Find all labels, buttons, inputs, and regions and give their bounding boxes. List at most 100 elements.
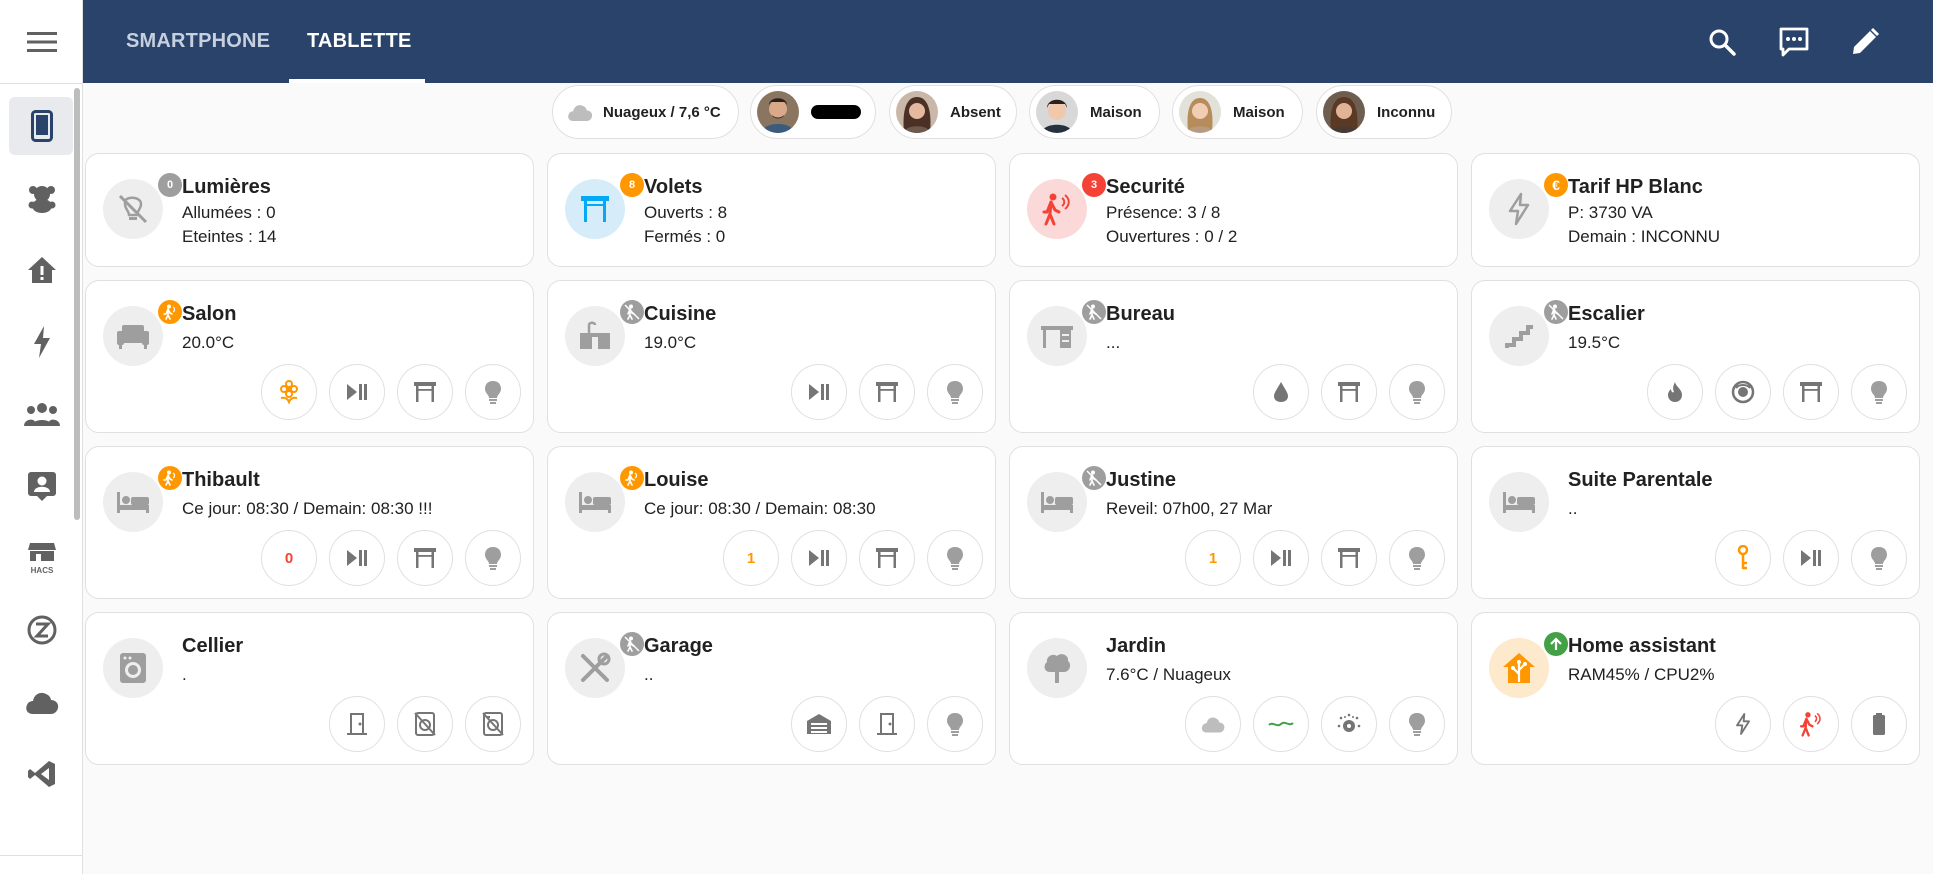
- card-garage[interactable]: Garage ..: [547, 612, 996, 765]
- sidebar-item-zwave[interactable]: [0, 594, 83, 666]
- alarm-count-button[interactable]: 1: [1185, 530, 1241, 586]
- card-jardin[interactable]: Jardin 7.6°C / Nuageux: [1009, 612, 1458, 765]
- play-pause-button[interactable]: [791, 530, 847, 586]
- play-pause-button[interactable]: [329, 530, 385, 586]
- battery-button[interactable]: [1851, 696, 1907, 752]
- tab-tablette[interactable]: TABLETTE: [307, 0, 412, 83]
- sidebar-item-hacs[interactable]: HACS: [0, 522, 83, 594]
- motion-button[interactable]: [1783, 696, 1839, 752]
- light-button[interactable]: [1851, 530, 1907, 586]
- card-icon: [565, 466, 644, 532]
- card-escalier[interactable]: Escalier 19.5°C: [1471, 280, 1920, 433]
- light-button[interactable]: [1389, 530, 1445, 586]
- lightbulb-icon: [485, 547, 501, 570]
- sidebar-item-kids[interactable]: [0, 162, 83, 234]
- edit-button[interactable]: [1845, 22, 1885, 62]
- shutter-button[interactable]: [397, 530, 453, 586]
- pencil-icon: [1853, 27, 1880, 54]
- door-button[interactable]: [329, 696, 385, 752]
- person-chip[interactable]: [750, 85, 876, 139]
- humidity-button[interactable]: [1253, 364, 1309, 420]
- garage-door-button[interactable]: [791, 696, 847, 752]
- home-assistant-icon: [1503, 653, 1535, 683]
- door-button[interactable]: [859, 696, 915, 752]
- card-lumieres[interactable]: 0 Lumières Allumées : 0 Eteintes : 14: [85, 153, 534, 267]
- weather-button[interactable]: [1185, 696, 1241, 752]
- person-chip[interactable]: Inconnu: [1316, 85, 1452, 139]
- light-button[interactable]: [1389, 696, 1445, 752]
- card-line: 19.5°C: [1568, 333, 1621, 352]
- window-shutter-icon: [1800, 382, 1822, 402]
- person-chip[interactable]: Absent: [889, 85, 1017, 139]
- card-bureau[interactable]: Bureau ...: [1009, 280, 1458, 433]
- washer-off-button[interactable]: [397, 696, 453, 752]
- irrigation-button[interactable]: [1253, 696, 1309, 752]
- card-suite-parentale[interactable]: Suite Parentale ..: [1471, 446, 1920, 599]
- menu-button[interactable]: [0, 0, 83, 83]
- lightbulb-off-icon: [118, 194, 148, 224]
- card-justine[interactable]: Justine Reveil: 07h00, 27 Mar 1: [1009, 446, 1458, 599]
- sidebar-item-alerts[interactable]: [0, 234, 83, 306]
- tab-smartphone[interactable]: SMARTPHONE: [126, 0, 270, 83]
- battery-icon: [1873, 713, 1885, 735]
- play-pause-button[interactable]: [791, 364, 847, 420]
- card-icon: 8: [565, 173, 644, 239]
- shutter-button[interactable]: [1321, 364, 1377, 420]
- robot-vacuum-button[interactable]: [1715, 364, 1771, 420]
- robot-vacuum-icon: [1731, 380, 1755, 404]
- person-chip[interactable]: Maison: [1029, 85, 1160, 139]
- sprinkler-button[interactable]: [1321, 696, 1377, 752]
- assist-button[interactable]: [1774, 22, 1814, 62]
- card-tarif[interactable]: € Tarif HP Blanc P: 3730 VA Demain : INC…: [1471, 153, 1920, 267]
- card-home-assistant[interactable]: Home assistant RAM45% / CPU2%: [1471, 612, 1920, 765]
- zwave-icon: [27, 615, 56, 645]
- play-pause-button[interactable]: [329, 364, 385, 420]
- key-button[interactable]: [1715, 530, 1771, 586]
- dryer-off-button[interactable]: [465, 696, 521, 752]
- light-button[interactable]: [465, 364, 521, 420]
- washing-machine-off-icon: [414, 712, 436, 736]
- light-button[interactable]: [927, 696, 983, 752]
- shutter-button[interactable]: [859, 530, 915, 586]
- grass-wave-icon: [1268, 721, 1294, 727]
- light-button[interactable]: [1389, 364, 1445, 420]
- currency-badge: €: [1544, 173, 1568, 197]
- sidebar-item-cloud[interactable]: [0, 666, 83, 738]
- flower-button[interactable]: [261, 364, 317, 420]
- alarm-count-button[interactable]: 0: [261, 530, 317, 586]
- shutter-button[interactable]: [1321, 530, 1377, 586]
- sidebar-scrollbar[interactable]: [74, 88, 80, 520]
- card-thibault[interactable]: Thibault Ce jour: 08:30 / Demain: 08:30 …: [85, 446, 534, 599]
- shutter-button[interactable]: [1783, 364, 1839, 420]
- energy-button[interactable]: [1715, 696, 1771, 752]
- card-securite[interactable]: 3 Securité Présence: 3 / 8 Ouvertures : …: [1009, 153, 1458, 267]
- card-title: Lumières: [182, 176, 271, 198]
- light-button[interactable]: [927, 364, 983, 420]
- search-button[interactable]: [1702, 22, 1742, 62]
- card-cuisine[interactable]: Cuisine 19.0°C: [547, 280, 996, 433]
- sidebar-item-profile[interactable]: [0, 450, 83, 522]
- sidebar: HACS: [0, 0, 83, 874]
- light-button[interactable]: [927, 530, 983, 586]
- shutter-button[interactable]: [859, 364, 915, 420]
- sidebar-item-tablet[interactable]: [0, 90, 83, 162]
- play-pause-button[interactable]: [1253, 530, 1309, 586]
- alarm-count-button[interactable]: 1: [723, 530, 779, 586]
- light-button[interactable]: [1851, 364, 1907, 420]
- play-pause-button[interactable]: [1783, 530, 1839, 586]
- card-line: 7.6°C / Nuageux: [1106, 665, 1231, 684]
- card-louise[interactable]: Louise Ce jour: 08:30 / Demain: 08:30 1: [547, 446, 996, 599]
- heating-button[interactable]: [1647, 364, 1703, 420]
- lightbulb-icon: [1871, 547, 1887, 570]
- sidebar-item-people[interactable]: [0, 378, 83, 450]
- card-volets[interactable]: 8 Volets Ouverts : 8 Fermés : 0: [547, 153, 996, 267]
- sidebar-item-energy[interactable]: [0, 306, 83, 378]
- card-title: Thibault: [182, 469, 260, 491]
- card-salon[interactable]: Salon 20.0°C: [85, 280, 534, 433]
- person-chip[interactable]: Maison: [1172, 85, 1303, 139]
- weather-chip[interactable]: Nuageux / 7,6 °C: [552, 85, 739, 139]
- light-button[interactable]: [465, 530, 521, 586]
- shutter-button[interactable]: [397, 364, 453, 420]
- sidebar-item-vscode[interactable]: [0, 738, 83, 810]
- card-cellier[interactable]: Cellier .: [85, 612, 534, 765]
